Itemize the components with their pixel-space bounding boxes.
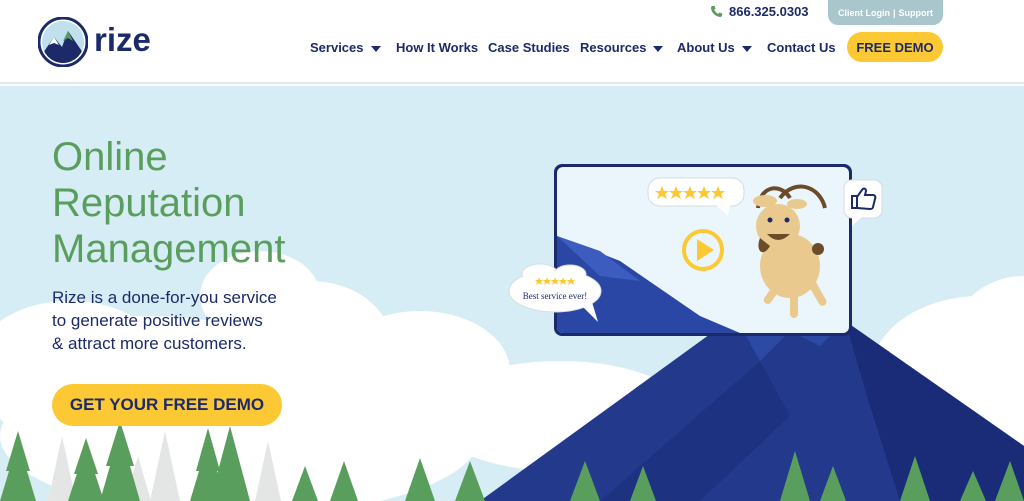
hero-subtitle-line: to generate positive reviews (52, 311, 263, 330)
hero-title-line: Online (52, 135, 168, 179)
nav-label: How It Works (396, 40, 479, 55)
nav-item-case-studies[interactable]: Case Studies (488, 40, 580, 55)
nav-item-contact-us[interactable]: Contact Us (767, 40, 847, 55)
nav-item-services[interactable]: Services (310, 40, 396, 55)
hero-title-line: Reputation (52, 181, 246, 225)
rize-logo[interactable]: rize (38, 17, 162, 67)
client-login-tab: Client Login | Support (828, 0, 943, 25)
nav-label: Contact Us (767, 40, 836, 55)
nav-item-resources[interactable]: Resources (580, 40, 677, 55)
phone-number[interactable]: 866.325.0303 (710, 4, 809, 19)
chevron-down-icon (741, 45, 752, 52)
hero-title-line: Management (52, 227, 286, 271)
hero-subtitle-line: & attract more customers. (52, 334, 247, 353)
phone-icon (710, 5, 723, 18)
nav-label: Resources (580, 40, 647, 55)
hero-section: Online Reputation Management Rize is a d… (0, 86, 1024, 501)
free-demo-button[interactable]: FREE DEMO (847, 32, 943, 62)
hero-subtitle: Rize is a done-for-you service to genera… (52, 286, 302, 355)
nav-label: Services (310, 40, 364, 55)
site-header: rize 866.325.0303 Client Login | Support… (0, 0, 1024, 84)
chevron-down-icon (370, 45, 381, 52)
hero-title: Online Reputation Management (52, 134, 352, 272)
support-link[interactable]: Support (899, 8, 934, 18)
review-bubble-text: Best service ever! (522, 291, 588, 301)
logo-wordmark: rize (94, 21, 151, 58)
get-free-demo-button[interactable]: GET YOUR FREE DEMO (52, 384, 282, 426)
hero-subtitle-line: Rize is a done-for-you service (52, 288, 277, 307)
logo-mountain-icon (38, 17, 88, 67)
separator: | (892, 7, 896, 18)
client-login-link[interactable]: Client Login (838, 8, 890, 18)
nav-label: About Us (677, 40, 735, 55)
main-nav: Services How It Works Case Studies Resou… (310, 40, 847, 55)
chevron-down-icon (653, 45, 664, 52)
nav-item-how-it-works[interactable]: How It Works (396, 40, 488, 55)
nav-item-about-us[interactable]: About Us (677, 40, 767, 55)
nav-label: Case Studies (488, 40, 570, 55)
phone-number-text: 866.325.0303 (729, 4, 809, 19)
